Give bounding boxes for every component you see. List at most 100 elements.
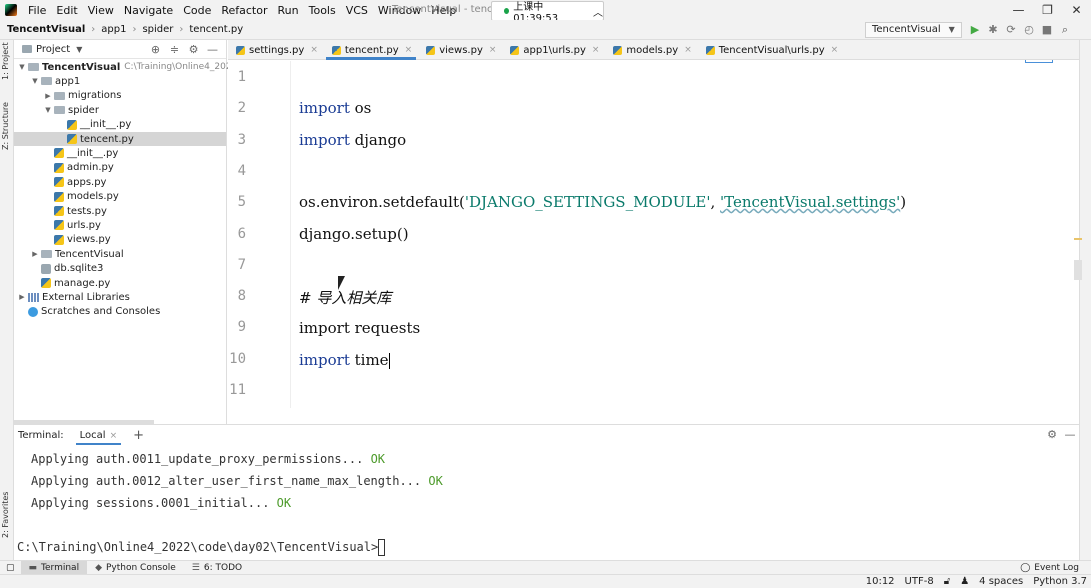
breadcrumb-app1[interactable]: app1 [101, 24, 126, 35]
menu-item-refactor[interactable]: Refactor [216, 4, 272, 17]
tree-item-label: TencentVisual [55, 248, 124, 260]
tree-item[interactable]: Scratches and Consoles [17, 305, 160, 319]
bottom-tool-strip: ▢ ▬ Terminal ◆ Python Console ☰ 6: TODO ◯ Ev… [0, 560, 1091, 575]
close-icon[interactable]: × [831, 45, 839, 55]
minimize-icon[interactable]: — [1004, 0, 1033, 20]
close-icon[interactable]: × [489, 45, 497, 55]
expand-arrow-icon[interactable]: ▶ [43, 92, 53, 100]
profile-icon[interactable]: ◴ [1020, 23, 1038, 37]
file-encoding[interactable]: UTF-8 [905, 576, 934, 587]
tree-item-label: manage.py [54, 277, 111, 289]
terminal-tool-button[interactable]: ▬ Terminal [20, 560, 88, 575]
expand-arrow-icon[interactable]: ▶ [17, 293, 27, 301]
tree-item[interactable]: models.py [43, 190, 119, 204]
restore-icon[interactable]: ❐ [1033, 0, 1062, 20]
tree-item[interactable]: urls.py [43, 218, 101, 232]
close-icon[interactable]: ✕ [1062, 0, 1091, 20]
editor-tab[interactable]: app1\urls.py × [502, 40, 605, 60]
project-panel-title[interactable]: Project [36, 44, 70, 55]
menu-item-edit[interactable]: Edit [51, 4, 82, 17]
terminal-prompt[interactable]: C:\Training\Online4_2022\code\day02\Tenc… [17, 539, 386, 556]
menu-item-code[interactable]: Code [178, 4, 216, 17]
interpreter[interactable]: Python 3.7 [1033, 576, 1087, 587]
todo-tool-button[interactable]: ☰ 6: TODO [184, 561, 250, 575]
menu-item-file[interactable]: File [23, 4, 51, 17]
chevron-down-icon[interactable]: ▼ [76, 45, 82, 54]
hide-icon[interactable]: — [203, 43, 222, 56]
hide-icon[interactable]: — [1061, 428, 1079, 441]
code-line-2: import os [299, 99, 371, 117]
editor-tab[interactable]: TencentVisual\urls.py × [698, 40, 844, 60]
editor-tab[interactable]: views.py × [418, 40, 502, 60]
locate-icon[interactable]: ⊕ [146, 43, 165, 56]
expand-arrow-icon[interactable]: ▶ [30, 250, 40, 258]
editor-tab[interactable]: models.py × [605, 40, 697, 60]
favorites-side-tab[interactable]: 2: Favorites [1, 492, 10, 538]
caret-position[interactable]: 10:12 [866, 576, 895, 587]
inspection-icon[interactable]: ♟ [960, 576, 969, 587]
close-icon[interactable]: × [405, 45, 413, 55]
tree-item[interactable]: __init__.py [43, 146, 118, 160]
menu-item-view[interactable]: View [83, 4, 119, 17]
breadcrumb-project[interactable]: TencentVisual [7, 24, 85, 35]
tree-item[interactable]: views.py [43, 233, 111, 247]
menu-item-vcs[interactable]: VCS [341, 4, 373, 17]
gear-icon[interactable]: ⚙ [184, 43, 203, 56]
expand-arrow-icon[interactable]: ▼ [30, 77, 40, 85]
tree-item[interactable]: ▶ TencentVisual [30, 247, 124, 261]
close-icon[interactable]: × [310, 45, 318, 55]
stop-icon[interactable]: ■ [1038, 23, 1056, 37]
tree-item[interactable]: manage.py [30, 276, 110, 290]
expand-arrow-icon[interactable]: ▼ [17, 63, 27, 71]
code-editor[interactable]: import os import django os.environ.setde… [292, 61, 1079, 408]
folder-icon [54, 91, 65, 100]
python-file-icon [54, 177, 64, 188]
breadcrumb-file[interactable]: tencent.py [189, 24, 243, 35]
expand-icon[interactable]: ▢ [0, 561, 21, 575]
editor-tab[interactable]: tencent.py × [324, 40, 418, 60]
run-config-select[interactable]: TencentVisual ▼ [865, 22, 962, 38]
tree-item[interactable]: tencent.py [56, 132, 134, 146]
run-icon[interactable]: ▶ [966, 23, 984, 37]
status-bar: 10:12 UTF-8 🔓︎ ♟ 4 spaces Python 3.7 [0, 574, 1091, 588]
tree-item[interactable]: ▼ spider [43, 103, 99, 117]
tree-item[interactable]: ▼ TencentVisual C:\Training\Online4_2022\c… [17, 60, 251, 74]
tree-item[interactable]: tests.py [43, 204, 107, 218]
tree-item[interactable]: db.sqlite3 [30, 262, 103, 276]
editor-scrollbar-thumb[interactable] [1074, 260, 1082, 280]
tree-item[interactable]: __init__.py [56, 118, 131, 132]
menu-item-tools[interactable]: Tools [304, 4, 341, 17]
coverage-icon[interactable]: ⟳ [1002, 23, 1020, 37]
tree-item[interactable]: ▶ External Libraries [17, 290, 130, 304]
collapse-all-icon[interactable]: ≑ [165, 43, 184, 56]
tree-item[interactable]: ▼ app1 [30, 74, 80, 88]
chevron-up-icon[interactable]: ︿ [593, 4, 603, 19]
lock-icon[interactable]: 🔓︎ [944, 576, 950, 587]
indent-setting[interactable]: 4 spaces [979, 576, 1023, 587]
breadcrumb-spider[interactable]: spider [142, 24, 173, 35]
close-icon[interactable]: × [110, 431, 118, 441]
line-number: 7 [237, 256, 246, 273]
terminal-tab-local[interactable]: Local × [75, 430, 122, 445]
tree-item[interactable]: ▶ migrations [43, 89, 121, 103]
tree-item-label: Scratches and Consoles [41, 306, 161, 318]
tree-item[interactable]: admin.py [43, 161, 114, 175]
close-icon[interactable]: × [684, 45, 692, 55]
project-side-tab[interactable]: 1: Project [1, 42, 10, 80]
editor-tab[interactable]: settings.py × [228, 40, 324, 60]
debug-icon[interactable]: ✱ [984, 23, 1002, 37]
add-terminal-icon[interactable]: + [133, 428, 144, 443]
structure-side-tab[interactable]: Z: Structure [1, 102, 10, 150]
recording-badge[interactable]: 上课中 01:39:53 ︿ [491, 1, 604, 24]
gear-icon[interactable]: ⚙ [1043, 428, 1061, 441]
search-icon[interactable]: ⌕ [1056, 23, 1074, 37]
tree-item[interactable]: apps.py [43, 175, 106, 189]
expand-arrow-icon[interactable]: ▼ [43, 106, 53, 114]
menu-item-navigate[interactable]: Navigate [119, 4, 178, 17]
warning-marker[interactable] [1074, 238, 1082, 240]
menu-item-run[interactable]: Run [273, 4, 304, 17]
python-console-tool-button[interactable]: ◆ Python Console [87, 561, 184, 575]
close-icon[interactable]: × [592, 45, 600, 55]
editor-tab-label: TencentVisual\urls.py [718, 44, 825, 56]
event-log-button[interactable]: ◯ Event Log [1020, 561, 1079, 575]
